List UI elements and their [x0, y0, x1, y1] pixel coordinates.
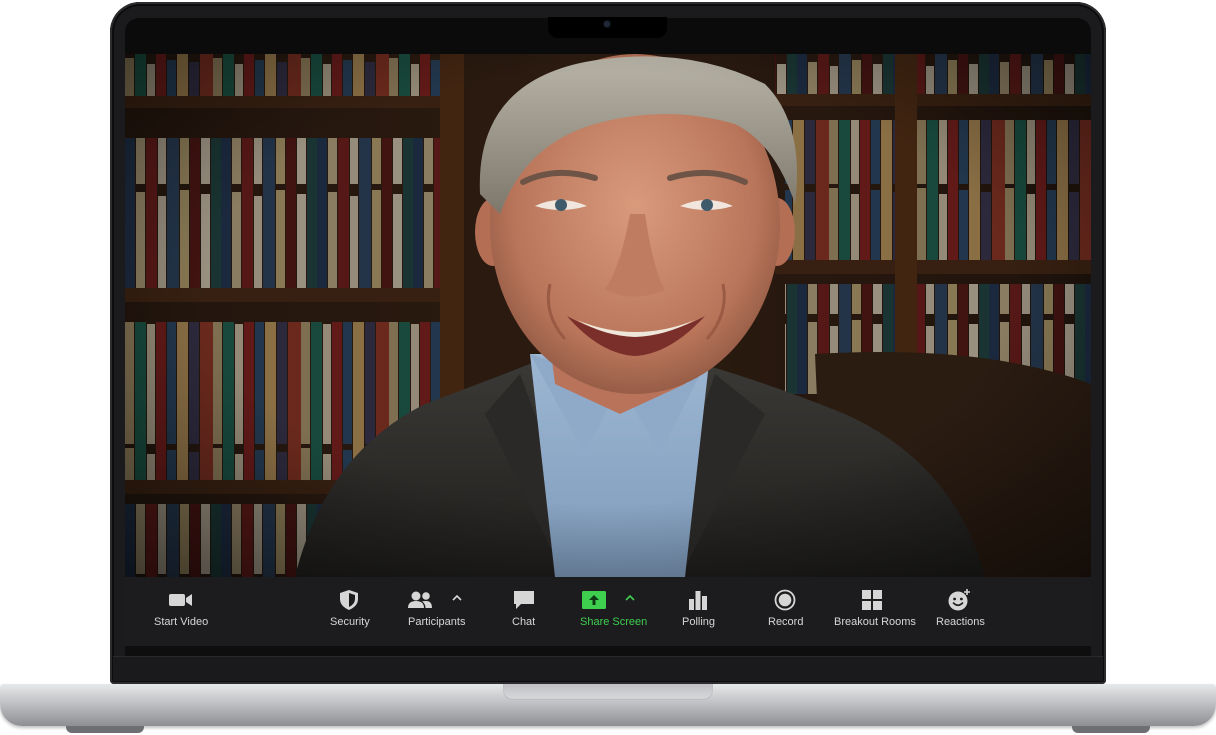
meeting-toolbar: Start Video Security Participants Chat S… [125, 577, 1091, 646]
participants-options-caret[interactable] [450, 591, 464, 605]
chat-label: Chat [512, 616, 536, 628]
breakout-rooms-label: Breakout Rooms [834, 616, 916, 628]
chat-bubble-icon [512, 588, 536, 612]
bar-chart-icon [688, 588, 708, 612]
polling-label: Polling [682, 616, 716, 628]
chevron-up-icon [452, 594, 462, 601]
chat-button[interactable]: Chat [505, 577, 543, 646]
participant-video[interactable] [125, 54, 1091, 577]
laptop-foot-left [66, 726, 144, 733]
participants-icon [407, 588, 433, 612]
record-button[interactable]: Record [765, 577, 805, 646]
chevron-up-icon [625, 594, 635, 601]
share-screen-button[interactable]: Share Screen [577, 577, 648, 646]
participants-label: Participants [408, 616, 466, 628]
video-camera-icon [168, 588, 194, 612]
participants-button[interactable]: Participants [403, 577, 471, 646]
reactions-button[interactable]: Reactions [933, 577, 985, 646]
share-screen-options-caret[interactable] [623, 591, 637, 605]
polling-button[interactable]: Polling [679, 577, 717, 646]
video-frame-image [125, 54, 1091, 577]
share-screen-icon [582, 588, 606, 612]
shield-icon [339, 588, 359, 612]
record-icon [774, 588, 796, 612]
breakout-rooms-button[interactable]: Breakout Rooms [831, 577, 916, 646]
record-label: Record [768, 616, 804, 628]
laptop-chin [113, 656, 1103, 681]
start-video-label: Start Video [154, 616, 209, 628]
laptop-foot-right [1072, 726, 1150, 733]
reactions-label: Reactions [936, 616, 985, 628]
screen-bottom-border [125, 646, 1091, 656]
webcam-lens [604, 21, 610, 27]
lid-opening-notch [503, 684, 713, 700]
start-video-button[interactable]: Start Video [145, 577, 217, 646]
emoji-add-icon [947, 588, 971, 612]
security-button[interactable]: Security [323, 577, 375, 646]
grid-icon [862, 588, 882, 612]
share-screen-label: Share Screen [580, 616, 648, 628]
security-label: Security [330, 616, 370, 628]
